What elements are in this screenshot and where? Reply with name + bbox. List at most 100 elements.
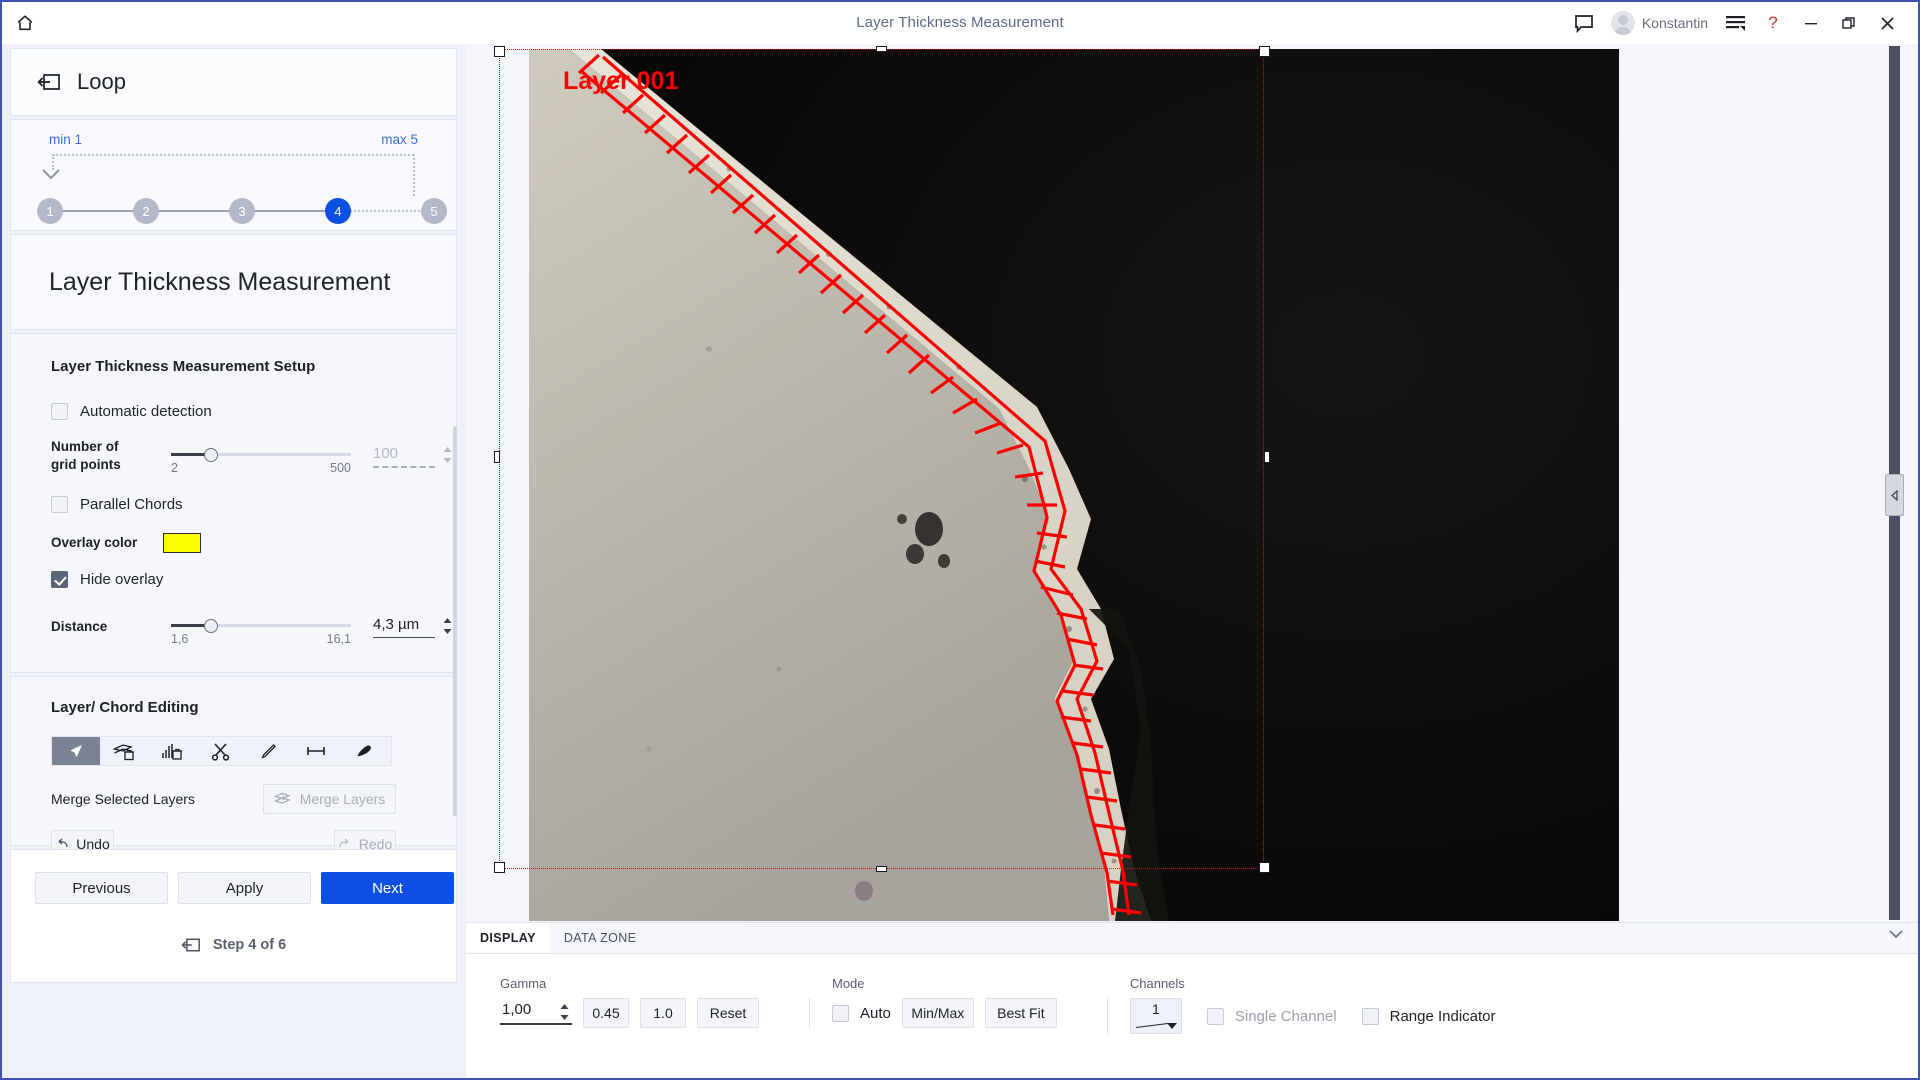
restore-button[interactable] (1830, 2, 1868, 44)
comment-icon (1574, 14, 1593, 33)
mode-auto-label: Auto (860, 1004, 891, 1022)
distance-slider[interactable]: 1,6 16,1 (171, 610, 351, 646)
gamma-preset-045-label: 0.45 (592, 1005, 620, 1021)
mode-bestfit-button[interactable]: Best Fit (984, 998, 1057, 1028)
merge-layers-button[interactable]: Merge Layers (263, 784, 396, 814)
selection-handle-middle-left[interactable] (494, 451, 500, 463)
help-label: ? (1768, 13, 1778, 32)
measure-distance-icon (307, 747, 325, 755)
apply-button-label: Apply (225, 879, 264, 897)
scissors-icon (211, 742, 229, 761)
step-dot-5[interactable]: 5 (421, 198, 447, 224)
loop-header: Loop (10, 48, 457, 116)
mode-auto-checkbox[interactable] (832, 1004, 849, 1022)
step-dot-3[interactable]: 3 (229, 198, 255, 224)
automatic-detection-checkbox[interactable] (51, 403, 68, 420)
selection-handle-bottom-left[interactable] (494, 862, 505, 873)
overlay-color-swatch[interactable] (163, 533, 202, 554)
cut-scissors-tool[interactable] (196, 737, 244, 765)
step-indicator-label: Step 4 of 6 (212, 937, 287, 953)
grid-points-stepper-icon[interactable] (442, 446, 453, 464)
parallel-chords-checkbox[interactable] (51, 496, 68, 514)
grid-points-label-line1: Number of (51, 439, 119, 454)
user-name: Konstantin (1641, 15, 1708, 31)
selection-handle-bottom-center[interactable] (876, 866, 887, 872)
dock-collapse-button[interactable] (1888, 927, 1904, 945)
selection-rectangle[interactable] (499, 49, 1264, 869)
channel-selector[interactable]: 1 (1129, 998, 1182, 1034)
step-dot-4[interactable]: 4 (325, 198, 351, 224)
apply-button[interactable]: Apply (178, 872, 311, 904)
gamma-numberbox[interactable]: 1,00 (500, 1001, 572, 1025)
single-channel-checkbox[interactable] (1206, 1007, 1224, 1025)
selection-handle-middle-right[interactable] (1264, 451, 1270, 463)
step-dot-2[interactable]: 2 (133, 198, 159, 224)
grid-points-min: 2 (171, 461, 178, 476)
gamma-preset-10-button[interactable]: 1.0 (640, 998, 686, 1028)
grid-points-row: Number of grid points 2 500 100 (11, 438, 456, 476)
hide-overlay-row: Hide overlay (11, 571, 456, 589)
main-menu-button[interactable] (1716, 2, 1754, 44)
step-dot-1[interactable]: 1 (37, 198, 63, 224)
single-channel-label: Single Channel (1234, 1007, 1337, 1025)
selection-handle-bottom-right[interactable] (1259, 862, 1270, 873)
tab-display[interactable]: DISPLAY (466, 923, 550, 953)
distance-slider-knob[interactable] (204, 619, 218, 634)
avatar (1610, 11, 1635, 35)
step-indicator: Step 4 of 6 (11, 936, 456, 954)
merge-selected-layers-label: Merge Selected Layers (51, 791, 195, 807)
step-dot-track: 1 2 3 4 5 (37, 198, 447, 224)
tab-data-zone[interactable]: DATA ZONE (550, 923, 651, 953)
page-heading-card: Layer Thickness Measurement (10, 234, 457, 330)
measure-distance-tool[interactable] (292, 737, 340, 765)
image-canvas[interactable]: Layer 001 (466, 44, 1892, 922)
distance-numberbox[interactable]: 4,3 µm (373, 616, 452, 639)
grid-points-slider-knob[interactable] (204, 448, 218, 463)
selection-handle-top-center[interactable] (876, 46, 887, 52)
dock-content: Gamma 1,00 0.45 1.0 Reset Mode Auto Min/… (466, 953, 1918, 1078)
left-panel-scrollbar[interactable] (453, 426, 457, 816)
previous-button[interactable]: Previous (35, 872, 168, 904)
distance-underline (373, 637, 435, 639)
mode-minmax-button[interactable]: Min/Max (901, 998, 974, 1028)
delete-chords-tool[interactable] (148, 737, 196, 765)
draw-pencil-tool[interactable] (244, 737, 292, 765)
chevron-down-icon (1889, 930, 1903, 939)
delete-layer-tool[interactable] (100, 737, 148, 765)
minimize-button[interactable] (1792, 2, 1830, 44)
range-indicator-checkbox[interactable] (1361, 1007, 1379, 1025)
gamma-reset-button[interactable]: Reset (697, 998, 759, 1028)
setup-section: Layer Thickness Measurement Setup Automa… (10, 333, 457, 673)
gamma-preset-045-button[interactable]: 0.45 (583, 998, 629, 1028)
previous-button-label: Previous (72, 879, 131, 897)
user-account[interactable]: Konstantin (1603, 11, 1716, 35)
mode-bestfit-label: Best Fit (997, 1005, 1045, 1021)
distance-row: Distance 1,6 16,1 4,3 µm (11, 610, 456, 646)
hide-overlay-checkbox[interactable] (51, 571, 68, 589)
gamma-group: Gamma 1,00 0.45 1.0 Reset (478, 976, 781, 1028)
wizard-navigation: Previous Apply Next Step 4 of 6 (10, 849, 457, 983)
parallel-chords-label: Parallel Chords (80, 496, 183, 514)
close-button[interactable] (1868, 2, 1906, 44)
stepper-dotted-right (413, 154, 415, 196)
select-arrow-tool[interactable] (52, 737, 100, 765)
selection-handle-top-right[interactable] (1259, 46, 1270, 57)
next-button[interactable]: Next (321, 872, 454, 904)
grid-points-slider[interactable]: 2 500 (171, 439, 351, 476)
delete-layer-icon (113, 743, 134, 760)
step-dot-5-label: 5 (430, 203, 438, 219)
editing-section-title: Layer/ Chord Editing (51, 699, 199, 716)
eraser-icon (357, 744, 371, 756)
comment-button[interactable] (1565, 2, 1603, 44)
layer-chord-editing-section: Layer/ Chord Editing Merge Selected Laye… (10, 676, 457, 858)
grid-points-value: 100 (373, 444, 399, 462)
selection-handle-top-left[interactable] (494, 46, 505, 57)
gamma-stepper-icon[interactable] (559, 1003, 570, 1021)
editing-toolbar (51, 736, 392, 766)
grid-points-numberbox[interactable]: 100 (373, 444, 452, 468)
automatic-detection-label: Automatic detection (80, 403, 212, 420)
help-button[interactable]: ? (1754, 2, 1792, 44)
right-panel-expand-handle[interactable] (1885, 474, 1904, 516)
distance-stepper-icon[interactable] (442, 617, 453, 635)
eraser-tool[interactable] (340, 737, 388, 765)
